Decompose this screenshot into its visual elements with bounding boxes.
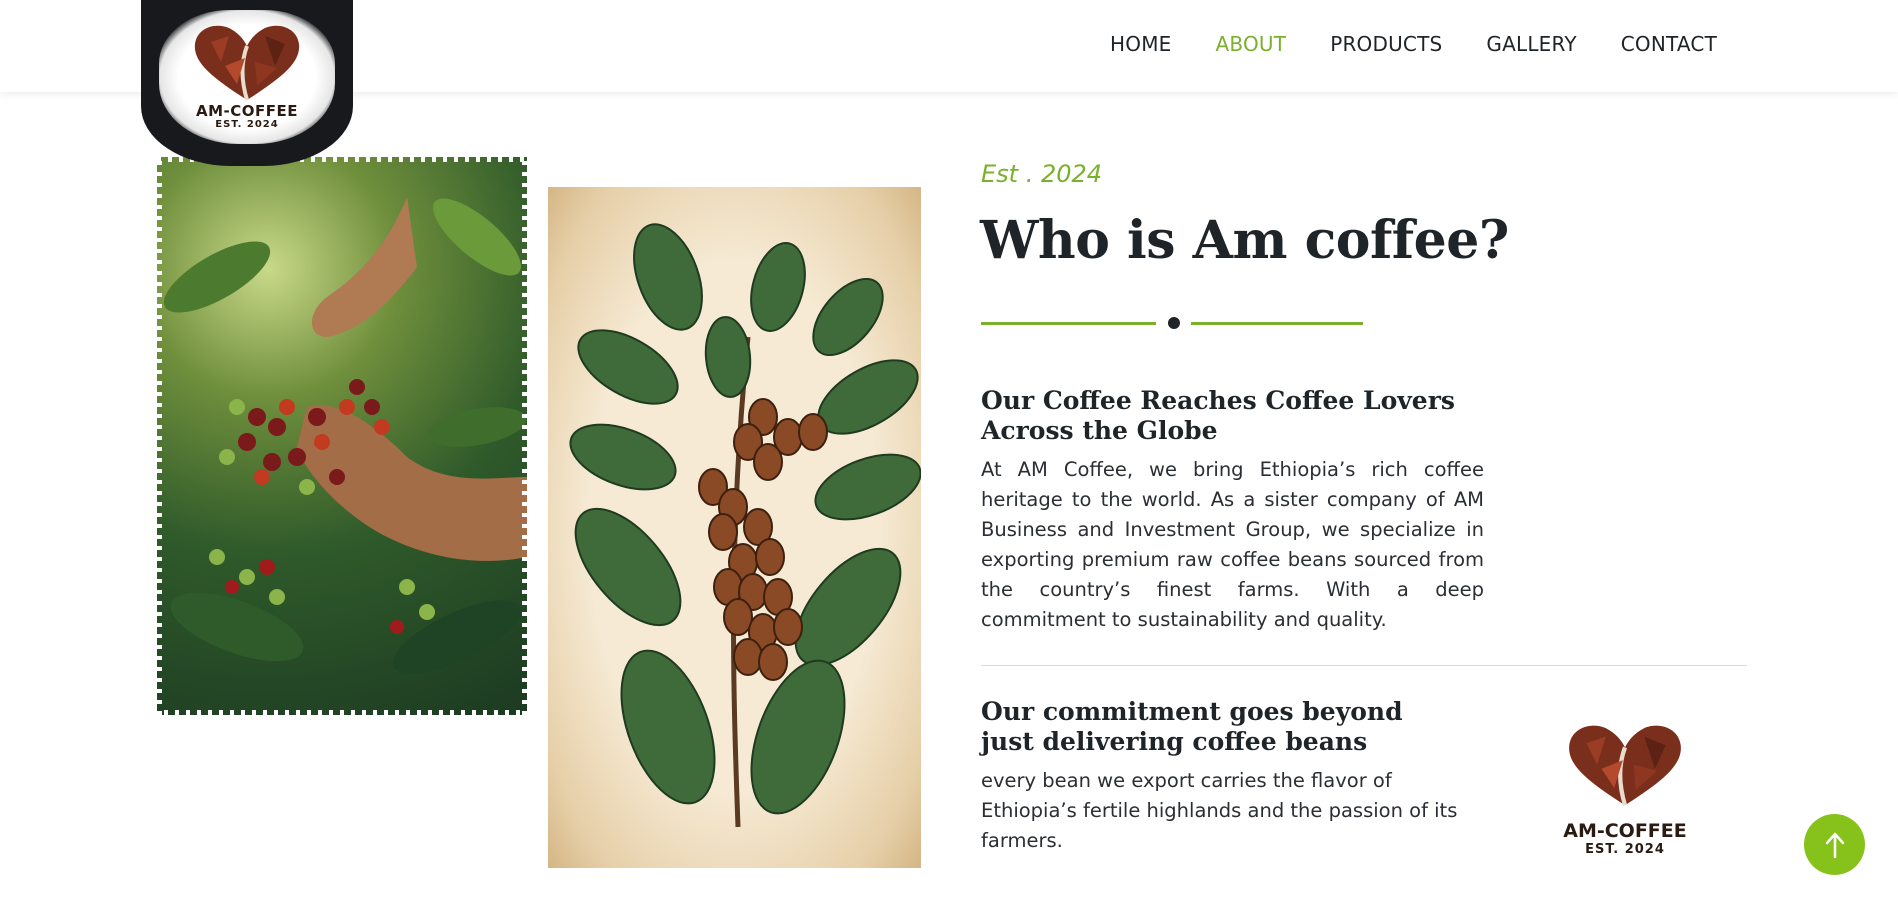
scroll-to-top-button[interactable] — [1804, 814, 1865, 875]
arrow-up-icon — [1825, 832, 1844, 858]
nav-about[interactable]: ABOUT — [1216, 32, 1287, 56]
nav-contact[interactable]: CONTACT — [1621, 32, 1717, 56]
established-label: Est . 2024 — [981, 160, 1103, 188]
section-heading-global: Our Coffee Reaches Coffee Lovers Across … — [981, 386, 1455, 445]
coffee-plant-illustration — [548, 187, 921, 868]
section-text-global: At AM Coffee, we bring Ethiopia’s rich c… — [981, 458, 1484, 631]
nav-gallery[interactable]: GALLERY — [1486, 32, 1576, 56]
nav-home[interactable]: HOME — [1110, 32, 1171, 56]
about-logo-est: EST. 2024 — [1585, 842, 1665, 857]
about-logo-name: AM-COFFEE — [1563, 820, 1687, 842]
about-logo: AM-COFFEE EST. 2024 — [1555, 712, 1695, 862]
coffee-heart-icon — [194, 25, 300, 101]
coffee-heart-icon — [1569, 725, 1681, 806]
page-title: Who is Am coffee? — [980, 210, 1509, 271]
section-text-commitment: every bean we export carries the flavor … — [981, 769, 1458, 852]
logo-est: EST. 2024 — [215, 119, 279, 130]
nav-products[interactable]: PRODUCTS — [1330, 32, 1442, 56]
section-divider — [981, 665, 1747, 666]
title-divider — [981, 316, 1363, 330]
main-nav: HOME ABOUT PRODUCTS GALLERY CONTACT — [1110, 32, 1717, 56]
coffee-harvest-image — [157, 157, 527, 715]
site-logo[interactable]: AM-COFFEE EST. 2024 — [141, 0, 353, 166]
logo-name: AM-COFFEE — [195, 102, 298, 120]
section-heading-commitment: Our commitment goes beyond just deliveri… — [981, 697, 1403, 756]
